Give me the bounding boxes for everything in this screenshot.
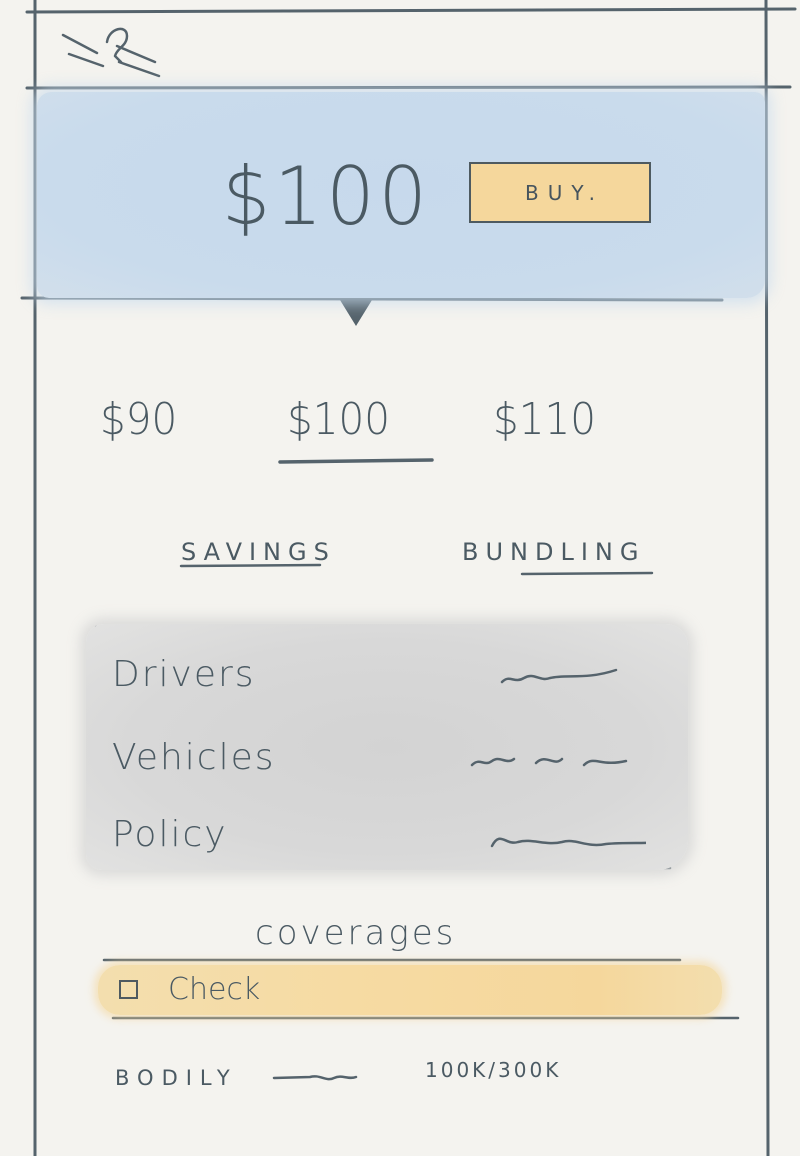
price-tier-100-selected[interactable]: $100	[287, 390, 407, 450]
selected-tier-underline	[278, 458, 434, 464]
price-header: $100 BUY.	[37, 92, 765, 298]
menu-icon	[61, 27, 161, 78]
detail-value-scribble	[490, 837, 646, 848]
menu-button[interactable]	[55, 18, 165, 80]
detail-row-policy[interactable]: Policy	[86, 796, 688, 876]
check-checkbox[interactable]	[119, 980, 138, 999]
tab-savings[interactable]: SAVINGS	[181, 532, 356, 572]
buy-button[interactable]: BUY.	[469, 162, 651, 223]
detail-value-scribble	[470, 757, 628, 767]
coverages-title: coverages	[255, 913, 457, 953]
header-pointer	[340, 300, 372, 326]
bodily-label: BODILY	[115, 1066, 238, 1090]
price-tier-90[interactable]: $90	[100, 390, 201, 450]
detail-row-drivers[interactable]: Drivers	[86, 636, 688, 716]
price-amount: $100	[222, 150, 431, 243]
detail-label: Drivers	[112, 654, 256, 695]
bundling-underline	[520, 571, 654, 576]
bodily-limit-value: 100K/300K	[425, 1058, 562, 1082]
tab-bundling[interactable]: BUNDLING	[462, 532, 692, 572]
bodily-dash-scribble	[272, 1075, 358, 1081]
detail-label: Vehicles	[112, 737, 276, 778]
details-panel: Drivers Vehicles Policy	[86, 624, 688, 870]
price-tier-110[interactable]: $110	[493, 390, 613, 450]
check-label: Check	[168, 972, 261, 1007]
detail-label: Policy	[112, 814, 228, 855]
detail-value-scribble	[500, 668, 618, 684]
check-row[interactable]: Check	[98, 965, 722, 1015]
detail-row-vehicles[interactable]: Vehicles	[86, 719, 688, 799]
